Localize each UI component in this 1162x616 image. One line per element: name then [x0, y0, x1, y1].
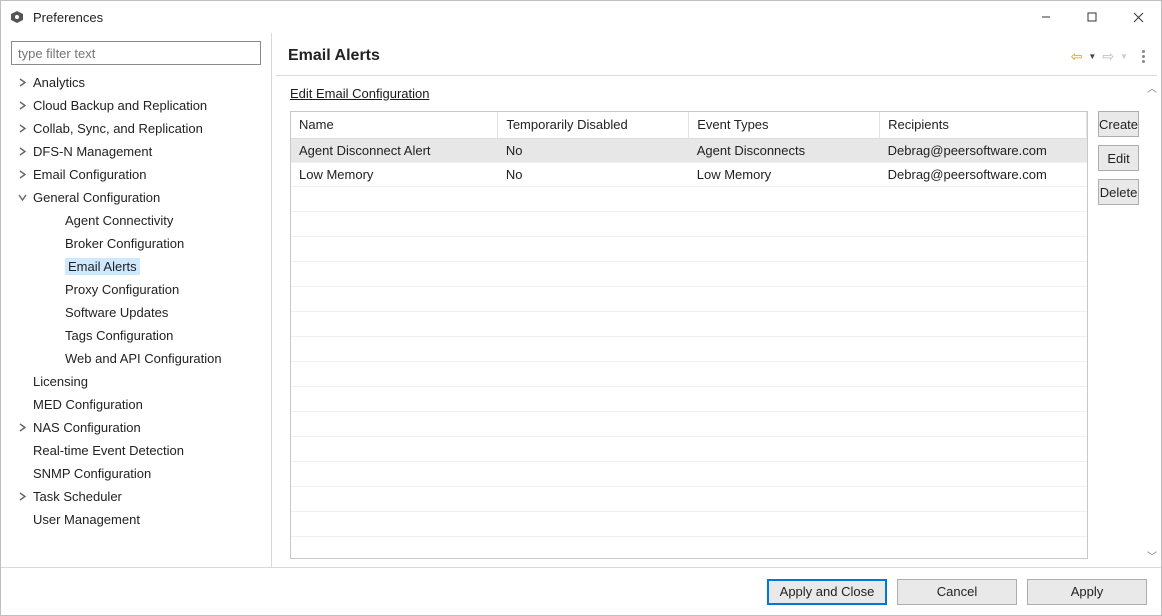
- tree-item-licensing[interactable]: Licensing: [11, 370, 261, 393]
- tree-item-general-configuration[interactable]: General Configuration: [11, 186, 261, 209]
- main-panel: Email Alerts ⇦ ▼ ⇨ ▼ Edit Email Configur…: [276, 37, 1157, 567]
- tree-item-label: Email Alerts: [65, 258, 140, 275]
- col-name[interactable]: Name: [291, 112, 498, 138]
- window-title: Preferences: [33, 10, 103, 25]
- table-header-row: Name Temporarily Disabled Event Types Re…: [291, 112, 1087, 138]
- tree-item-label: NAS Configuration: [33, 420, 141, 435]
- tree-item-label: Proxy Configuration: [65, 282, 179, 297]
- tree-item-software-updates[interactable]: Software Updates: [11, 301, 261, 324]
- edit-email-config-link[interactable]: Edit Email Configuration: [290, 86, 429, 101]
- tree-item-label: MED Configuration: [33, 397, 143, 412]
- col-temp-disabled[interactable]: Temporarily Disabled: [498, 112, 689, 138]
- window-controls: [1023, 1, 1161, 33]
- tree-item-label: Collab, Sync, and Replication: [33, 121, 203, 136]
- tree-item-broker-configuration[interactable]: Broker Configuration: [11, 232, 261, 255]
- table-row[interactable]: Agent Disconnect AlertNoAgent Disconnect…: [291, 138, 1087, 162]
- chevron-down-icon[interactable]: [15, 191, 29, 205]
- dialog-footer: Apply and Close Cancel Apply: [1, 567, 1161, 615]
- tree-item-med-configuration[interactable]: MED Configuration: [11, 393, 261, 416]
- tree-item-snmp-configuration[interactable]: SNMP Configuration: [11, 462, 261, 485]
- filter-input[interactable]: [11, 41, 261, 65]
- create-button[interactable]: Create: [1098, 111, 1139, 137]
- cell-name: Agent Disconnect Alert: [291, 138, 498, 162]
- cell-recipients: Debrag@peersoftware.com: [880, 138, 1087, 162]
- cell-temp-disabled: No: [498, 138, 689, 162]
- scroll-up-icon[interactable]: ︿: [1147, 80, 1157, 95]
- forward-dropdown-icon: ▼: [1120, 52, 1128, 61]
- tree-item-real-time-event-detection[interactable]: Real-time Event Detection: [11, 439, 261, 462]
- edit-button[interactable]: Edit: [1098, 145, 1139, 171]
- alerts-table[interactable]: Name Temporarily Disabled Event Types Re…: [290, 111, 1088, 559]
- tree-item-email-configuration[interactable]: Email Configuration: [11, 163, 261, 186]
- tree-item-label: DFS-N Management: [33, 144, 152, 159]
- tree-item-label: Broker Configuration: [65, 236, 184, 251]
- tree-item-label: User Management: [33, 512, 140, 527]
- tree-item-collab-sync-and-replication[interactable]: Collab, Sync, and Replication: [11, 117, 261, 140]
- cell-event-types: Agent Disconnects: [689, 138, 880, 162]
- tree-item-label: Tags Configuration: [65, 328, 173, 343]
- chevron-right-icon[interactable]: [15, 490, 29, 504]
- tree-item-web-and-api-configuration[interactable]: Web and API Configuration: [11, 347, 261, 370]
- chevron-right-icon[interactable]: [15, 145, 29, 159]
- tree-item-cloud-backup-and-replication[interactable]: Cloud Backup and Replication: [11, 94, 261, 117]
- chevron-right-icon[interactable]: [15, 122, 29, 136]
- tree-item-label: Web and API Configuration: [65, 351, 222, 366]
- vertical-scrollbar[interactable]: ︿ ﹀: [1147, 76, 1157, 567]
- tree-item-label: Email Configuration: [33, 167, 146, 182]
- tree-item-label: Cloud Backup and Replication: [33, 98, 207, 113]
- app-icon: [9, 9, 25, 25]
- chevron-right-icon[interactable]: [15, 99, 29, 113]
- tree-item-task-scheduler[interactable]: Task Scheduler: [11, 485, 261, 508]
- page-title: Email Alerts: [288, 47, 380, 65]
- tree-item-label: Licensing: [33, 374, 88, 389]
- tree-item-label: SNMP Configuration: [33, 466, 151, 481]
- forward-icon[interactable]: ⇨: [1102, 48, 1114, 65]
- tree-item-email-alerts[interactable]: Email Alerts: [11, 255, 261, 278]
- apply-button[interactable]: Apply: [1027, 579, 1147, 605]
- chevron-right-icon[interactable]: [15, 76, 29, 90]
- tree-item-nas-configuration[interactable]: NAS Configuration: [11, 416, 261, 439]
- chevron-right-icon[interactable]: [15, 168, 29, 182]
- tree-item-label: Real-time Event Detection: [33, 443, 184, 458]
- table-row[interactable]: Low MemoryNoLow MemoryDebrag@peersoftwar…: [291, 162, 1087, 186]
- sidebar: Analytics Cloud Backup and Replication Col…: [1, 33, 272, 567]
- back-dropdown-icon[interactable]: ▼: [1088, 52, 1096, 61]
- tree-item-label: Analytics: [33, 75, 85, 90]
- nav-icons: ⇦ ▼ ⇨ ▼: [1071, 48, 1145, 65]
- tree-item-dfs-n-management[interactable]: DFS-N Management: [11, 140, 261, 163]
- tree-item-label: Agent Connectivity: [65, 213, 173, 228]
- titlebar: Preferences: [1, 1, 1161, 33]
- cell-event-types: Low Memory: [689, 162, 880, 186]
- cell-recipients: Debrag@peersoftware.com: [880, 162, 1087, 186]
- table-empty-area: [291, 187, 1087, 559]
- tree-item-agent-connectivity[interactable]: Agent Connectivity: [11, 209, 261, 232]
- tree-item-user-management[interactable]: User Management: [11, 508, 261, 531]
- apply-and-close-button[interactable]: Apply and Close: [767, 579, 887, 605]
- delete-button[interactable]: Delete: [1098, 179, 1139, 205]
- back-icon[interactable]: ⇦: [1071, 48, 1083, 65]
- scroll-down-icon[interactable]: ﹀: [1147, 548, 1157, 563]
- tree-item-label: Software Updates: [65, 305, 168, 320]
- tree-item-tags-configuration[interactable]: Tags Configuration: [11, 324, 261, 347]
- minimize-button[interactable]: [1023, 1, 1069, 33]
- close-button[interactable]: [1115, 1, 1161, 33]
- chevron-right-icon[interactable]: [15, 421, 29, 435]
- cell-temp-disabled: No: [498, 162, 689, 186]
- cell-name: Low Memory: [291, 162, 498, 186]
- action-buttons: Create Edit Delete: [1098, 111, 1139, 559]
- cancel-button[interactable]: Cancel: [897, 579, 1017, 605]
- tree-item-proxy-configuration[interactable]: Proxy Configuration: [11, 278, 261, 301]
- maximize-button[interactable]: [1069, 1, 1115, 33]
- preferences-tree: Analytics Cloud Backup and Replication Col…: [11, 71, 261, 559]
- tree-item-label: General Configuration: [33, 190, 160, 205]
- tree-item-analytics[interactable]: Analytics: [11, 71, 261, 94]
- tree-item-label: Task Scheduler: [33, 489, 122, 504]
- menu-icon[interactable]: [1142, 50, 1145, 63]
- preferences-window: Preferences Analytics Cloud Backup and Re…: [0, 0, 1162, 616]
- col-event-types[interactable]: Event Types: [689, 112, 880, 138]
- main-header: Email Alerts ⇦ ▼ ⇨ ▼: [276, 37, 1157, 76]
- col-recipients[interactable]: Recipients: [880, 112, 1087, 138]
